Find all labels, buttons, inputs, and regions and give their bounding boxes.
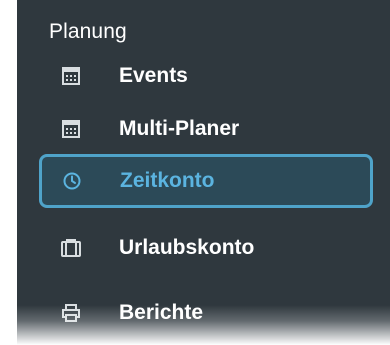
suitcase-icon <box>59 236 83 260</box>
calendar-icon <box>59 117 83 141</box>
sidebar-item-label: Multi-Planer <box>119 117 240 140</box>
sidebar-item-events[interactable]: Events <box>39 50 371 102</box>
sidebar-item-berichte[interactable]: Berichte <box>39 287 371 339</box>
sidebar-panel: Planung Events Multi-Planer Zeitkonto Ur… <box>17 0 390 345</box>
sidebar-item-label: Urlaubskonto <box>119 236 255 259</box>
clock-icon <box>60 169 84 193</box>
section-title-planung: Planung <box>49 20 127 43</box>
sidebar-item-label: Events <box>119 64 188 87</box>
printer-icon <box>59 301 83 325</box>
sidebar-item-multi-planer[interactable]: Multi-Planer <box>39 103 371 155</box>
calendar-icon <box>59 64 83 88</box>
sidebar-item-zeitkonto[interactable]: Zeitkonto <box>39 154 373 208</box>
sidebar-item-label: Berichte <box>119 301 204 324</box>
sidebar-item-label: Zeitkonto <box>120 169 215 192</box>
sidebar-item-urlaubskonto[interactable]: Urlaubskonto <box>39 222 371 274</box>
